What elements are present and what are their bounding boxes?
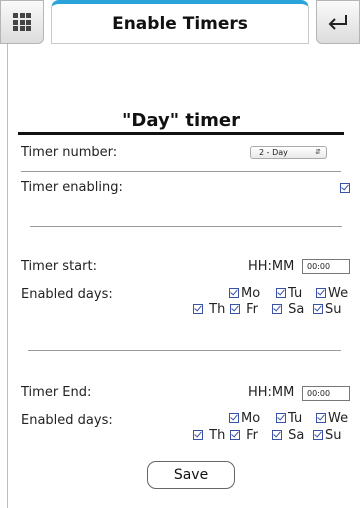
end-day-fr[interactable]: Fr <box>230 428 258 443</box>
checkbox-icon <box>193 430 203 440</box>
menu-button[interactable] <box>0 0 44 44</box>
grid-menu-icon <box>13 13 31 31</box>
start-day-mo[interactable]: Mo <box>229 286 260 301</box>
day-label: Fr <box>246 302 259 317</box>
day-label: Tu <box>288 411 303 426</box>
end-day-sa[interactable]: Sa <box>272 428 304 443</box>
end-time-input[interactable]: 00:00 <box>302 386 350 401</box>
start-time-input[interactable]: 00:00 <box>302 259 350 274</box>
section-title: "Day" timer <box>122 110 240 131</box>
checkbox-icon <box>313 304 323 314</box>
day-label: We <box>328 286 349 301</box>
day-label: Sa <box>288 302 305 317</box>
start-day-sa[interactable]: Sa <box>272 302 304 317</box>
start-day-we[interactable]: We <box>316 286 348 301</box>
timer-number-value: 2 - Day <box>259 148 288 157</box>
day-label: Mo <box>241 411 261 426</box>
day-label: We <box>328 411 349 426</box>
day-label: Fr <box>246 428 259 443</box>
checkbox-icon <box>230 430 240 440</box>
timer-start-label: Timer start: <box>21 259 97 274</box>
section-divider <box>18 132 344 135</box>
divider <box>28 350 341 351</box>
start-day-tu[interactable]: Tu <box>276 286 302 301</box>
day-label: Mo <box>241 286 261 301</box>
day-label: Th <box>209 302 226 317</box>
save-button[interactable]: Save <box>147 461 235 489</box>
start-day-th[interactable]: Th <box>193 302 225 317</box>
checkbox-icon <box>230 304 240 314</box>
end-day-su[interactable]: Su <box>313 428 342 443</box>
end-day-th[interactable]: Th <box>193 428 225 443</box>
checkbox-icon <box>229 413 239 423</box>
start-enabled-days-label: Enabled days: <box>21 287 113 302</box>
start-time-unit-label: HH:MM <box>248 259 295 274</box>
checkbox-icon <box>276 413 286 423</box>
end-time-unit-label: HH:MM <box>248 385 295 400</box>
end-day-tu[interactable]: Tu <box>276 411 302 426</box>
day-label: Tu <box>288 286 303 301</box>
timer-number-select[interactable]: 2 - Day ⇵ <box>250 146 327 159</box>
day-label: Th <box>209 428 226 443</box>
back-button[interactable] <box>316 0 360 44</box>
end-enabled-days-label: Enabled days: <box>21 413 113 428</box>
end-day-mo[interactable]: Mo <box>229 411 260 426</box>
divider <box>21 171 341 172</box>
timer-enabling-checkbox[interactable] <box>340 183 350 193</box>
timer-number-label: Timer number: <box>21 145 118 160</box>
checkbox-icon <box>316 288 326 298</box>
day-label: Su <box>325 428 342 443</box>
checkbox-icon <box>272 430 282 440</box>
header: Enable Timers <box>0 0 360 46</box>
checkbox-icon <box>276 288 286 298</box>
frame-border <box>7 44 8 508</box>
start-day-su[interactable]: Su <box>313 302 342 317</box>
checkbox-icon <box>316 413 326 423</box>
day-label: Su <box>325 302 342 317</box>
divider <box>30 226 342 227</box>
start-day-fr[interactable]: Fr <box>230 302 258 317</box>
checkbox-icon <box>313 430 323 440</box>
return-arrow-icon <box>328 15 347 30</box>
checkbox-icon <box>193 304 203 314</box>
select-arrows-icon: ⇵ <box>315 148 321 156</box>
checkbox-icon <box>272 304 282 314</box>
timer-enabling-label: Timer enabling: <box>21 180 123 195</box>
checkbox-icon <box>229 288 239 298</box>
page-title: Enable Timers <box>51 0 309 44</box>
end-day-we[interactable]: We <box>316 411 348 426</box>
timer-end-label: Timer End: <box>21 385 92 400</box>
day-label: Sa <box>288 428 305 443</box>
